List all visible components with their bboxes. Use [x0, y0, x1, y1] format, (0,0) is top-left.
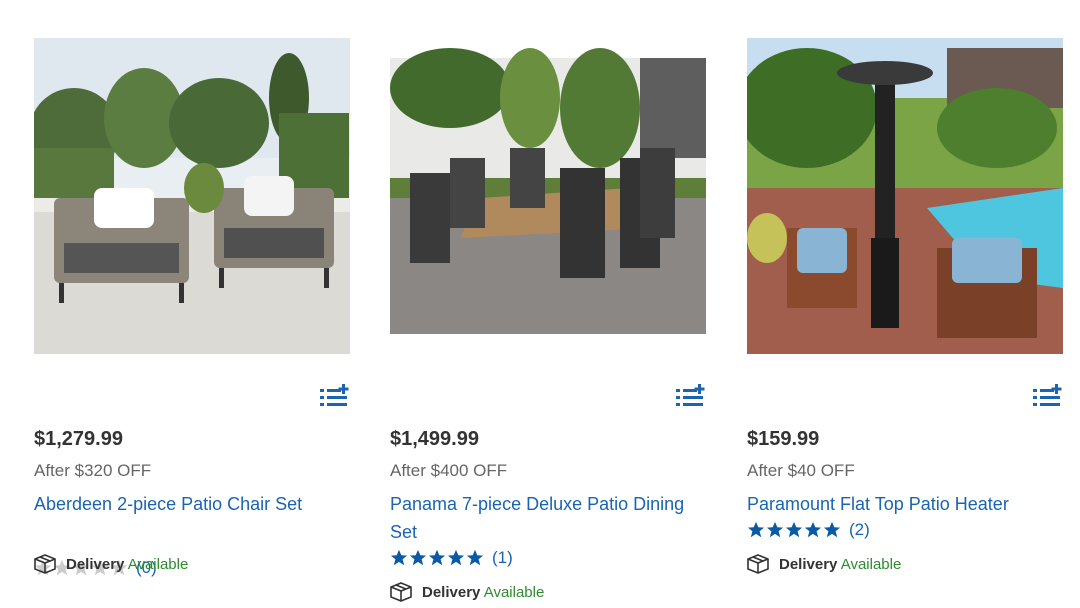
star-rating — [747, 521, 841, 539]
star-icon — [466, 549, 484, 566]
star-icon — [428, 549, 446, 566]
product-price: $1,499.99 — [390, 428, 479, 450]
product-image[interactable] — [34, 38, 350, 354]
product-image[interactable] — [747, 38, 1063, 354]
star-rating — [390, 549, 484, 567]
star-icon — [409, 549, 427, 566]
star-icon — [447, 549, 465, 566]
delivery-status: Available — [840, 555, 902, 573]
star-icon — [804, 521, 822, 538]
product-title-link[interactable]: Panama 7-piece Deluxe Patio Dining Set — [390, 490, 708, 546]
delivery-info: Delivery Available — [747, 554, 901, 574]
review-count[interactable]: (2) — [849, 520, 870, 540]
product-card: $1,279.99 After $320 OFF Aberdeen 2-piec… — [34, 38, 352, 577]
delivery-label: Delivery — [66, 555, 125, 573]
add-to-list-icon[interactable] — [676, 384, 706, 408]
product-grid: $1,279.99 After $320 OFF Aberdeen 2-piec… — [0, 0, 1080, 608]
delivery-status: Available — [127, 555, 189, 573]
star-icon — [823, 521, 841, 538]
discount-text: After $400 OFF — [390, 461, 508, 480]
product-rating[interactable]: (2) — [747, 520, 870, 540]
product-rating[interactable]: (1) — [390, 548, 513, 568]
product-image[interactable] — [390, 38, 706, 354]
discount-text: After $320 OFF — [34, 461, 152, 480]
star-icon — [747, 521, 765, 538]
delivery-info: Delivery Available — [390, 582, 544, 602]
star-icon — [390, 549, 408, 566]
star-icon — [766, 521, 784, 538]
box-icon — [747, 554, 769, 574]
product-price: $1,279.99 — [34, 428, 123, 450]
delivery-status: Available — [483, 583, 545, 601]
product-price: $159.99 — [747, 428, 820, 450]
add-to-list-icon[interactable] — [320, 384, 350, 408]
add-to-list-icon[interactable] — [1033, 384, 1063, 408]
product-title-link[interactable]: Paramount Flat Top Patio Heater — [747, 490, 1065, 518]
star-icon — [785, 521, 803, 538]
product-card: $1,499.99 After $400 OFF Panama 7-piece … — [390, 38, 708, 602]
delivery-label: Delivery — [422, 583, 481, 601]
product-title-link[interactable]: Aberdeen 2-piece Patio Chair Set — [34, 490, 352, 518]
delivery-info: Delivery Available — [34, 554, 188, 574]
review-count[interactable]: (1) — [492, 548, 513, 568]
product-card: $159.99 After $40 OFF Paramount Flat Top… — [747, 38, 1065, 574]
discount-text: After $40 OFF — [747, 461, 855, 480]
box-icon — [390, 582, 412, 602]
delivery-label: Delivery — [779, 555, 838, 573]
box-icon — [34, 554, 56, 574]
